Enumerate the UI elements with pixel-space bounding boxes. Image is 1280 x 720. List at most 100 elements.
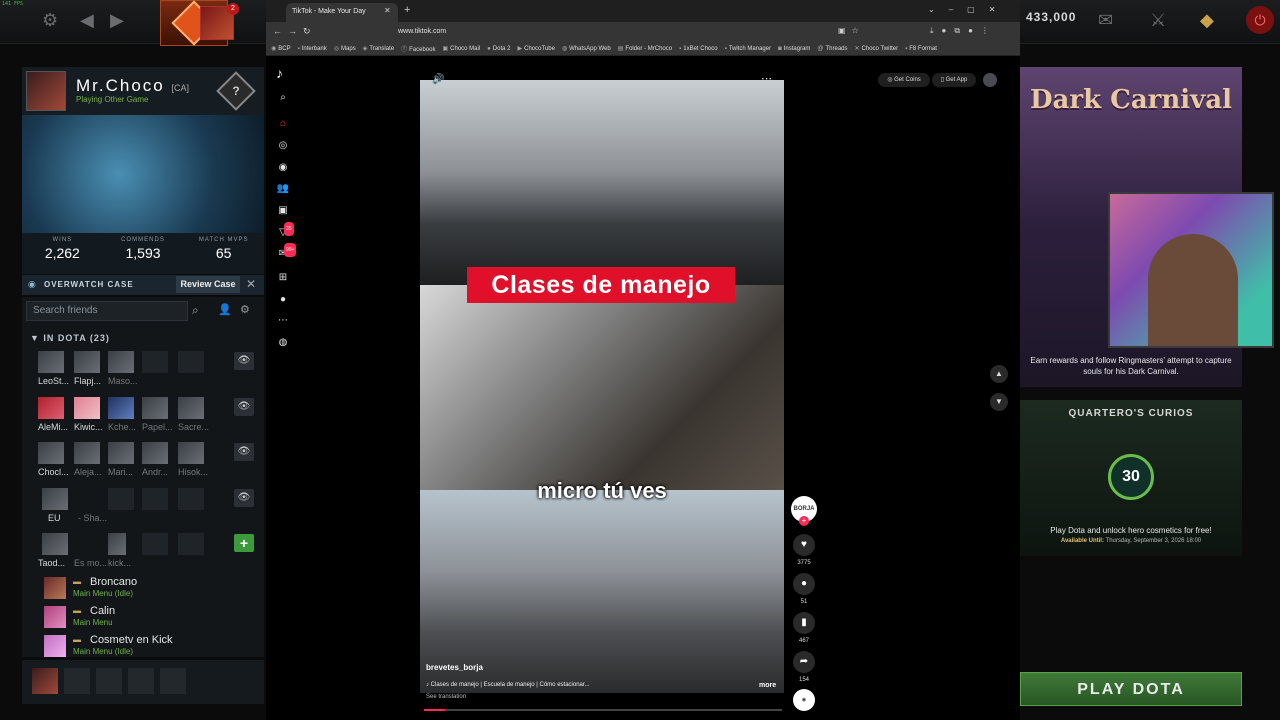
video-progress-bar[interactable] [424,709,782,711]
search-icon[interactable]: ⌕ [276,91,290,105]
inbox-icon[interactable]: ▽ 35 [276,222,294,240]
add-friend-icon[interactable]: 👤 [218,303,232,316]
power-icon[interactable]: ⏻ [1246,6,1274,34]
party-row[interactable]: Taod... Es mo... kick... + [38,529,268,573]
quartero-curios-panel[interactable]: QUARTERO'S CURIOS 30 Play Dota and unloc… [1020,400,1242,556]
party-slot[interactable] [96,668,122,694]
home-icon[interactable]: ⌂ [276,117,290,131]
bookmark-item[interactable]: ▣ Choco Mail [442,45,480,52]
live-icon[interactable]: ▣ [276,204,290,218]
eye-icon[interactable]: 👁 [234,352,254,370]
search-friends-input[interactable]: Search friends [26,301,188,321]
account-icon[interactable]: ◍ [276,336,290,350]
profile-card[interactable]: Mr.Choco [CA] Playing Other Game ? WINS 2… [22,67,264,274]
armory-icon[interactable]: ⚔ [1150,10,1166,31]
upload-icon[interactable]: ⊞ [276,271,290,285]
share-icon[interactable]: ➦ [793,651,815,673]
tab-close-icon[interactable]: ✕ [384,6,391,15]
bookmark-item[interactable]: ◙ Instagram [778,46,810,52]
bookmark-item[interactable]: @ Threads [817,46,847,52]
chevron-down-icon[interactable]: ▼ [990,393,1008,411]
back-arrow-icon[interactable]: ◀ [80,10,94,31]
profile-icon[interactable]: ● [276,293,290,307]
forward-arrow-icon[interactable]: ▶ [110,10,124,31]
volume-icon[interactable]: 🔊 [432,74,444,85]
friend-avatar[interactable] [74,351,100,373]
get-app-button[interactable]: ▯ Get App [932,73,976,87]
new-tab-icon[interactable]: + [404,4,410,16]
party-row[interactable]: EU - Sha... 👁 [38,484,268,528]
extension-icons[interactable]: ⤓●⧉●⋮ [930,26,997,36]
avatar[interactable] [26,71,66,111]
bookmark-item[interactable]: ▶ ChocoTube [517,45,554,52]
more-icon[interactable]: ⋯ [276,314,290,328]
friend-avatar[interactable] [142,442,168,464]
explore-icon[interactable]: ◎ [276,139,290,153]
more-link[interactable]: more [759,682,776,689]
friend-avatar[interactable] [108,442,134,464]
user-avatar-icon[interactable] [983,73,997,87]
eye-icon[interactable]: 👁 [234,398,254,416]
friend-list-item[interactable]: ▬ Calin Main Menu [42,604,262,630]
camera-avatar[interactable] [42,488,68,510]
friends-settings-icon[interactable]: ⚙ [240,303,250,316]
bookmark-item[interactable]: ▤ Folder - MrChoco [618,45,672,52]
friend-avatar[interactable] [178,397,204,419]
bookmark-item[interactable]: ▪ F8 Format [905,46,937,52]
mail-icon[interactable]: ✉ [1098,10,1113,31]
address-bar-icons[interactable]: ▣☆ [838,26,865,35]
friend-avatar[interactable] [108,533,126,555]
quests-icon[interactable]: ? [216,71,256,111]
nav-buttons[interactable]: ←→↻ [273,26,317,37]
party-slot[interactable] [128,668,154,694]
friend-list-item[interactable]: ▬ Broncano Main Menu (Idle) [42,575,262,601]
review-case-button[interactable]: Review Case [176,276,240,293]
friend-avatar[interactable] [38,397,64,419]
bookmark-item[interactable]: ✕ Choco Twitter [855,45,899,52]
comment-icon[interactable]: ● [793,573,815,595]
music-disc-icon[interactable]: ◉ [793,689,815,711]
search-icon[interactable]: ⌕ [192,303,199,318]
friend-avatar[interactable] [108,351,134,373]
group-in-dota[interactable]: ▼ IN DOTA (23) [30,333,110,343]
following-icon[interactable]: ◉ [276,161,290,175]
bookmark-item[interactable]: ● Dota 2 [487,46,510,52]
friend-avatar[interactable] [38,442,64,464]
bookmark-item[interactable]: ◈ Translate [363,45,394,52]
friend-avatar[interactable] [74,397,100,419]
friend-avatar[interactable] [178,442,204,464]
follow-plus-icon[interactable]: + [799,516,809,526]
bookmark-item[interactable]: ◍ WhatsApp Web [562,45,611,52]
my-avatar[interactable] [32,668,58,694]
play-dota-button[interactable]: PLAY DOTA [1020,672,1242,706]
tiktok-logo-icon[interactable]: ♪ [276,65,283,81]
friends-icon[interactable]: 👥 [276,182,290,196]
bookmark-item[interactable]: ▪ 1xBet Choco [679,46,718,52]
settings-gear-icon[interactable]: ⚙ [42,10,58,31]
invite-plus-button[interactable]: + [234,534,254,552]
friend-avatar[interactable] [38,351,64,373]
messages-icon[interactable]: ✉ 99+ [276,243,297,261]
video-player[interactable]: Clases de manejo micro tú ves brevetes_b… [420,80,784,693]
bookmark-item[interactable]: ◎ Maps [334,45,356,52]
plus-subscription-icon[interactable]: ◆ [1200,10,1214,31]
bookmark-item[interactable]: ⓕ Facebook [401,44,435,53]
party-row[interactable]: Chocl... Aleja... Mari... Andr... Hisok.… [38,438,268,482]
like-heart-icon[interactable]: ♥ [793,534,815,556]
bookmark-icon[interactable]: ▮ [793,612,815,634]
party-row[interactable]: AleMi... Kiwic... Kche... Papel... Sacre… [38,393,268,437]
friend-avatar[interactable] [74,442,100,464]
window-controls[interactable]: ⌄–▢✕ [928,5,1009,14]
party-slot[interactable] [160,668,186,694]
bookmark-item[interactable]: ▪ Twitch Manager [725,46,772,52]
party-row[interactable]: LeoSt... Flapj... Maso... 👁 [38,347,268,391]
url-input[interactable]: www.tiktok.com [398,28,446,35]
tab-tiktok[interactable]: TikTok - Make Your Day [286,3,398,22]
see-translation-link[interactable]: See translation [426,694,466,700]
friend-avatar[interactable] [108,397,134,419]
more-options-icon[interactable]: ⋯ [761,72,772,85]
get-coins-button[interactable]: ◎ Get Coins [878,73,930,87]
bookmark-item[interactable]: ▪ Interbank [298,46,327,52]
video-author[interactable]: brevetes_borja [426,663,483,672]
friend-avatar[interactable] [142,397,168,419]
